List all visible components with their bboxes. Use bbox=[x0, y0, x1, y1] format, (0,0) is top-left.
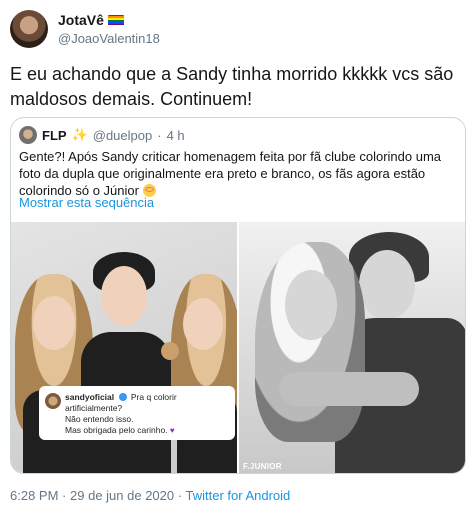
tweet-header: JotaVê @JoaoValentin18 bbox=[10, 10, 466, 50]
footer-separator-2: · bbox=[177, 488, 183, 503]
show-thread-link[interactable]: Mostrar esta sequência bbox=[19, 195, 154, 210]
verified-badge-icon bbox=[118, 393, 127, 401]
quoted-tweet-header: FLP ✨ @duelpop · 4 h bbox=[19, 126, 185, 144]
quoted-tweet[interactable]: FLP ✨ @duelpop · 4 h Gente?! Após Sandy … bbox=[10, 117, 466, 474]
footer-separator-1: · bbox=[62, 488, 67, 503]
commenter-username: sandyoficial bbox=[65, 392, 115, 402]
author-avatar[interactable] bbox=[10, 10, 48, 48]
commenter-avatar bbox=[45, 393, 61, 409]
tweet-text: E eu achando que a Sandy tinha morrido k… bbox=[10, 64, 454, 109]
person-face-left bbox=[33, 296, 75, 350]
person-face-center bbox=[101, 266, 147, 326]
quoted-text: Gente?! Após Sandy criticar homenagem fe… bbox=[19, 149, 442, 198]
quoted-image-right[interactable]: F.JUNIOR bbox=[239, 222, 465, 473]
author-handle[interactable]: @JoaoValentin18 bbox=[58, 31, 160, 46]
quoted-separator: · bbox=[157, 127, 162, 143]
instagram-comment-overlay: sandyoficial Pra q colorir artificialmen… bbox=[39, 386, 235, 440]
author-name-row: JotaVê bbox=[58, 12, 124, 28]
quoted-image-left[interactable]: sandyoficial Pra q colorir artificialmen… bbox=[11, 222, 237, 473]
person-face-right bbox=[183, 298, 223, 350]
comment-line-2: Não entendo isso. bbox=[65, 414, 134, 424]
woman-face bbox=[285, 270, 337, 340]
hugging-arm bbox=[279, 372, 419, 406]
image-watermark: F.JUNIOR bbox=[243, 462, 282, 471]
purple-heart-icon: ♥ bbox=[169, 426, 175, 435]
tweet-date[interactable]: 29 de jun de 2020 bbox=[70, 488, 174, 503]
tweet-time[interactable]: 6:28 PM bbox=[10, 488, 58, 503]
rainbow-flag-icon bbox=[107, 14, 124, 26]
quoted-author-handle: @duelpop bbox=[92, 127, 153, 143]
flag-stripe bbox=[107, 23, 124, 26]
sparkle-icon: ✨ bbox=[71, 127, 88, 142]
quoted-author-avatar bbox=[19, 126, 37, 144]
tweet-footer: 6:28 PM · 29 de jun de 2020 · Twitter fo… bbox=[10, 488, 290, 503]
tweet-source-link[interactable]: Twitter for Android bbox=[185, 488, 290, 503]
quoted-text-block: Gente?! Após Sandy criticar homenagem fe… bbox=[19, 148, 459, 199]
comment-line-3: Mas obrigada pelo carinho. bbox=[65, 425, 168, 435]
quoted-timestamp: 4 h bbox=[166, 127, 185, 143]
quoted-author-name: FLP bbox=[42, 127, 67, 143]
man-face bbox=[359, 250, 415, 320]
author-display-name[interactable]: JotaVê bbox=[58, 12, 104, 28]
fan-club-emoji-icon bbox=[161, 342, 179, 360]
